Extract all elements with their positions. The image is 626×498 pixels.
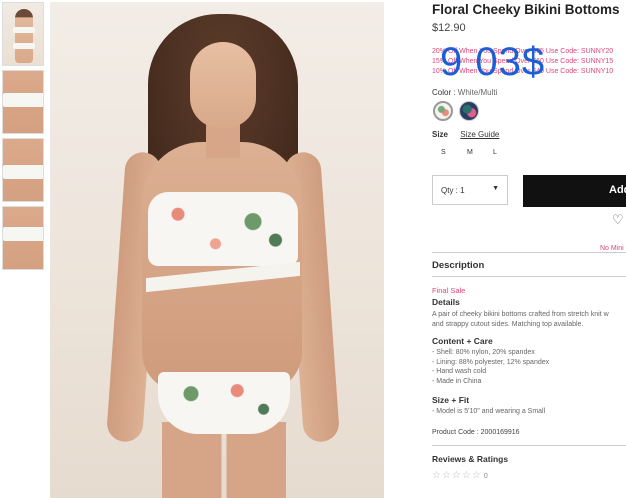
size-row: Size Size Guide (432, 130, 499, 139)
details-line: and strappy cutout sides. Matching top a… (432, 320, 584, 328)
divider (432, 276, 626, 277)
reviews-heading[interactable]: Reviews & Ratings (432, 454, 508, 464)
model-face (190, 42, 256, 128)
color-row: Color : White/Multi (432, 88, 498, 97)
review-count: 0 (483, 473, 489, 480)
size-fit-heading: Size + Fit (432, 395, 470, 405)
thumbnail-figure (15, 9, 33, 63)
bikini-top (148, 192, 298, 266)
content-line: - Shell: 80% nylon, 20% spandex (432, 349, 535, 356)
product-title: Floral Cheeky Bikini Bottoms (432, 2, 620, 17)
content-line: - Made in China (432, 377, 482, 385)
details-text: A pair of cheeky bikini bottoms crafted … (432, 310, 609, 329)
divider (432, 252, 626, 253)
content-care-heading: Content + Care (432, 336, 493, 346)
size-fit-text: - Model is 5'10" and wearing a Small (432, 407, 545, 417)
divider (432, 445, 626, 446)
star-icons: ☆☆☆☆☆ (432, 470, 482, 481)
color-value: White/Multi (457, 88, 498, 97)
description-heading[interactable]: Description (432, 260, 484, 271)
thumbnail-band (3, 93, 43, 107)
price-overlay-text: 9 03$ (440, 40, 546, 84)
color-swatch-white-multi[interactable] (433, 101, 453, 121)
thumbnail-1[interactable] (2, 2, 44, 66)
chevron-down-icon: ▼ (492, 185, 499, 192)
bikini-bottom (158, 372, 290, 434)
thumbnail-top-band (13, 27, 35, 33)
content-line: - Lining: 88% polyester, 12% spandex (432, 358, 550, 366)
quantity-select[interactable]: Qty : 1 ▼ (432, 175, 508, 205)
rating-stars: ☆☆☆☆☆ 0 (432, 470, 489, 481)
thumbnail-2[interactable] (2, 70, 44, 134)
product-code: Product Code : 2000169916 (432, 429, 520, 436)
size-label: Size (432, 130, 449, 139)
heart-icon[interactable]: ♡ (612, 212, 624, 228)
details-line: A pair of cheeky bikini bottoms crafted … (432, 311, 609, 318)
main-product-image[interactable] (50, 2, 384, 498)
size-option-m[interactable]: M (467, 149, 473, 156)
color-label: Color (432, 88, 452, 97)
thumbnail-band (3, 227, 43, 241)
thumbnail-3[interactable] (2, 138, 44, 202)
content-line: - Hand wash cold (432, 368, 487, 375)
details-heading: Details (432, 297, 460, 307)
size-option-l[interactable]: L (493, 149, 497, 156)
content-care-text: - Shell: 80% nylon, 20% spandex - Lining… (432, 348, 549, 386)
final-sale-label: Final Sale (432, 286, 466, 295)
no-minimum-text: No Mini (600, 245, 624, 252)
thumbnail-strip (2, 2, 46, 274)
size-option-s[interactable]: S (441, 149, 446, 156)
thumbnail-bottom-band (13, 43, 35, 49)
size-guide-link[interactable]: Size Guide (460, 130, 499, 139)
thumbnail-band (3, 165, 43, 179)
quantity-value: Qty : 1 (441, 186, 465, 195)
thumbnail-4[interactable] (2, 206, 44, 270)
fit-line: - Model is 5'10" and wearing a Small (432, 408, 546, 415)
color-swatch-navy-multi[interactable] (459, 101, 479, 121)
product-price: $12.90 (432, 22, 466, 34)
add-to-bag-button[interactable]: Add (523, 175, 626, 207)
